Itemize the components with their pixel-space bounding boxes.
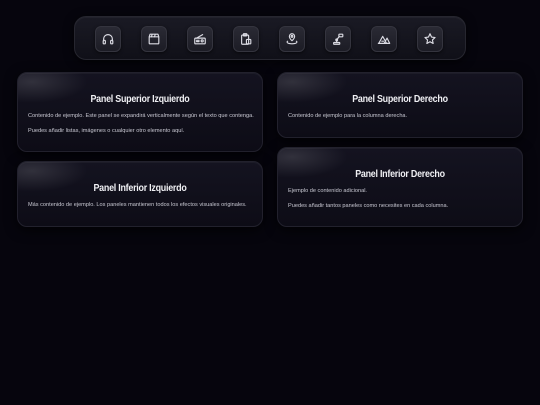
location-pin-icon	[286, 33, 298, 45]
clipboard-icon	[241, 33, 252, 45]
clapperboard-icon	[148, 33, 160, 45]
camping-icon	[377, 35, 391, 44]
panel-top-left: Panel Superior Izquierdo Contenido de ej…	[17, 72, 263, 152]
panel-bottom-left: Panel Inferior Izquierdo Más contenido d…	[17, 161, 263, 227]
location-button[interactable]	[279, 26, 305, 52]
panel-text: Contenido de ejemplo para la columna der…	[288, 113, 408, 119]
camping-button[interactable]	[371, 26, 397, 52]
clapperboard-button[interactable]	[141, 26, 167, 52]
panel-text: Puedes añadir listas, imágenes o cualqui…	[28, 128, 185, 134]
robot-arm-button[interactable]	[325, 26, 351, 52]
panel-text: Puedes añadir tantos paneles como necesi…	[288, 203, 449, 209]
favorites-button[interactable]	[417, 26, 443, 52]
panel-text: Más contenido de ejemplo. Los paneles ma…	[28, 202, 247, 208]
headphones-button[interactable]	[95, 26, 121, 52]
panel-title: Panel Inferior Derecho	[355, 168, 445, 180]
panel-title: Panel Superior Izquierdo	[90, 93, 190, 105]
icon-toolbar	[74, 16, 466, 60]
robot-arm-icon	[333, 33, 344, 45]
star-icon	[424, 33, 436, 45]
radio-icon	[194, 34, 206, 45]
panel-title: Panel Superior Derecho	[352, 93, 448, 105]
panel-text: Ejemplo de contenido adicional.	[288, 188, 367, 194]
panel-title: Panel Inferior Izquierdo	[93, 182, 187, 194]
headphones-icon	[102, 34, 114, 45]
radio-button[interactable]	[187, 26, 213, 52]
panel-text: Contenido de ejemplo. Este panel se expa…	[28, 113, 254, 119]
panel-top-right: Panel Superior Derecho Contenido de ejem…	[277, 72, 523, 138]
panel-bottom-right: Panel Inferior Derecho Ejemplo de conten…	[277, 147, 523, 227]
clipboard-button[interactable]	[233, 26, 259, 52]
